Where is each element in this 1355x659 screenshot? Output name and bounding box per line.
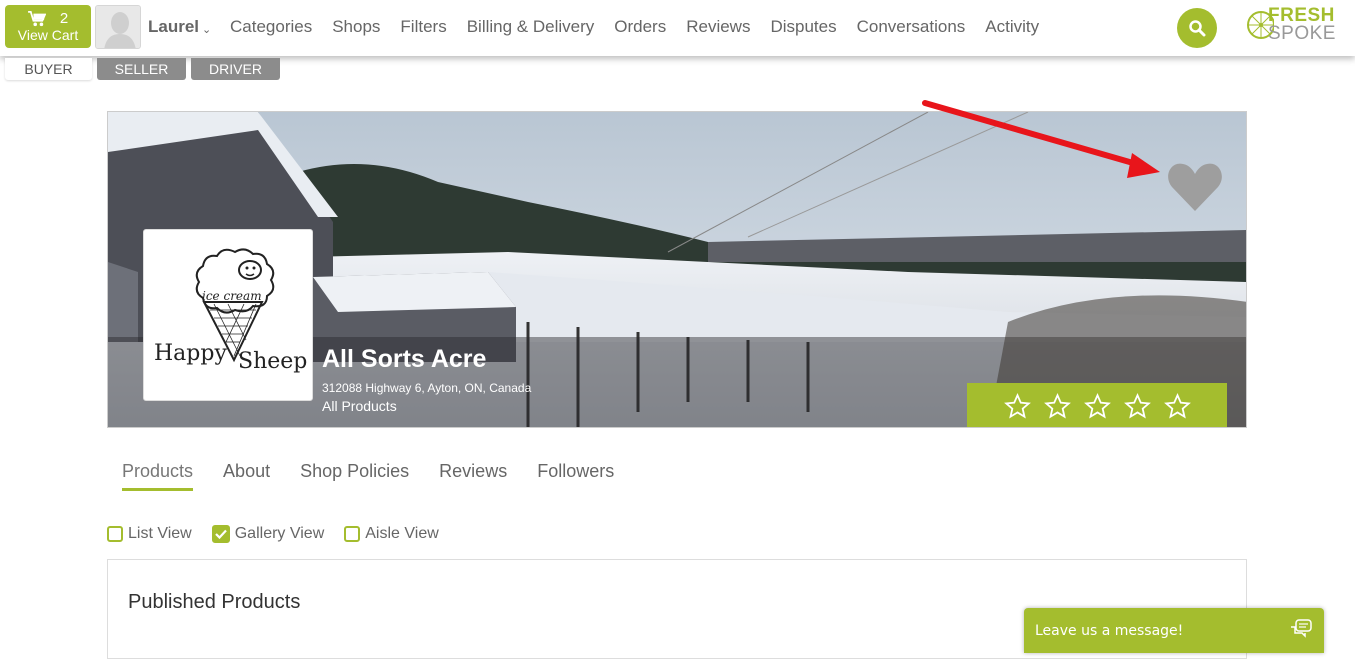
aisle-view-label: Aisle View (365, 525, 439, 542)
tab-followers[interactable]: Followers (537, 461, 614, 491)
gallery-view-option[interactable]: Gallery View (211, 525, 325, 543)
nav-conversations[interactable]: Conversations (857, 17, 966, 37)
shopping-cart-icon (27, 10, 46, 26)
role-tab-driver[interactable]: DRIVER (191, 58, 280, 80)
cart-count: 2 (59, 10, 69, 27)
star-icon[interactable] (1163, 392, 1191, 420)
heart-icon[interactable] (1167, 161, 1223, 213)
shop-tabs: Products About Shop Policies Reviews Fol… (122, 461, 614, 491)
nav-reviews[interactable]: Reviews (686, 17, 750, 37)
all-products-link[interactable]: All Products (322, 398, 397, 414)
star-icon[interactable] (1003, 392, 1031, 420)
tab-about[interactable]: About (223, 461, 270, 491)
shop-address: 312088 Highway 6, Ayton, ON, Canada (322, 381, 532, 395)
nav-shops[interactable]: Shops (332, 17, 380, 37)
checkmark-icon (214, 529, 227, 539)
view-cart-button[interactable]: 2 View Cart (5, 5, 91, 48)
chat-label: Leave us a message! (1035, 623, 1184, 639)
user-menu-dropdown[interactable]: Laurel ⌄ (148, 17, 211, 37)
shop-banner: ice cream Happy Sheep All Sorts Acre 312… (107, 111, 1247, 428)
role-tab-seller[interactable]: SELLER (97, 58, 186, 80)
nav-categories[interactable]: Categories (230, 17, 312, 37)
nav-activity[interactable]: Activity (985, 17, 1039, 37)
tab-shop-policies[interactable]: Shop Policies (300, 461, 409, 491)
nav-filters[interactable]: Filters (400, 17, 446, 37)
svg-text:ice cream: ice cream (202, 289, 262, 303)
chat-bubbles-icon (1291, 619, 1312, 638)
aisle-view-checkbox[interactable] (344, 526, 361, 542)
star-icon[interactable] (1123, 392, 1151, 420)
list-view-option[interactable]: List View (107, 525, 192, 543)
star-icon[interactable] (1043, 392, 1071, 420)
chevron-down-icon: ⌄ (202, 23, 212, 36)
user-silhouette-icon (96, 6, 140, 48)
logo-text-spoke: SPOKE (1268, 23, 1336, 44)
aisle-view-option[interactable]: Aisle View (344, 525, 439, 543)
search-button[interactable] (1177, 8, 1217, 48)
freshspoke-logo[interactable]: FRESH SPOKE (1246, 6, 1350, 46)
shop-rating (967, 383, 1227, 427)
nav-orders[interactable]: Orders (614, 17, 666, 37)
tab-reviews[interactable]: Reviews (439, 461, 507, 491)
svg-text:Sheep: Sheep (238, 349, 307, 374)
search-icon (1189, 20, 1206, 37)
list-view-checkbox[interactable] (107, 526, 123, 542)
star-icon[interactable] (1083, 392, 1111, 420)
tab-products[interactable]: Products (122, 461, 194, 491)
role-tabs: BUYER SELLER DRIVER (5, 58, 280, 80)
happy-sheep-logo: ice cream Happy Sheep (154, 248, 307, 374)
role-tab-buyer[interactable]: BUYER (5, 58, 92, 80)
cart-label: View Cart (17, 27, 79, 43)
main-nav: Categories Shops Filters Billing & Deliv… (230, 17, 1039, 37)
user-name: Laurel (148, 17, 200, 36)
shop-name: All Sorts Acre (322, 345, 487, 373)
top-navbar: 2 View Cart Laurel ⌄ Categories Shops Fi… (0, 0, 1355, 56)
list-view-label: List View (128, 525, 192, 542)
gallery-view-label: Gallery View (234, 525, 325, 542)
gallery-view-checkbox[interactable] (211, 525, 230, 543)
shop-logo: ice cream Happy Sheep (143, 229, 313, 401)
svg-text:Happy: Happy (154, 341, 227, 366)
nav-billing-delivery[interactable]: Billing & Delivery (467, 17, 595, 37)
view-options: List View Gallery View Aisle View (107, 525, 439, 543)
panel-title: Published Products (128, 591, 301, 613)
chat-widget[interactable]: Leave us a message! (1024, 608, 1324, 653)
avatar[interactable] (95, 5, 141, 49)
nav-disputes[interactable]: Disputes (770, 17, 836, 37)
